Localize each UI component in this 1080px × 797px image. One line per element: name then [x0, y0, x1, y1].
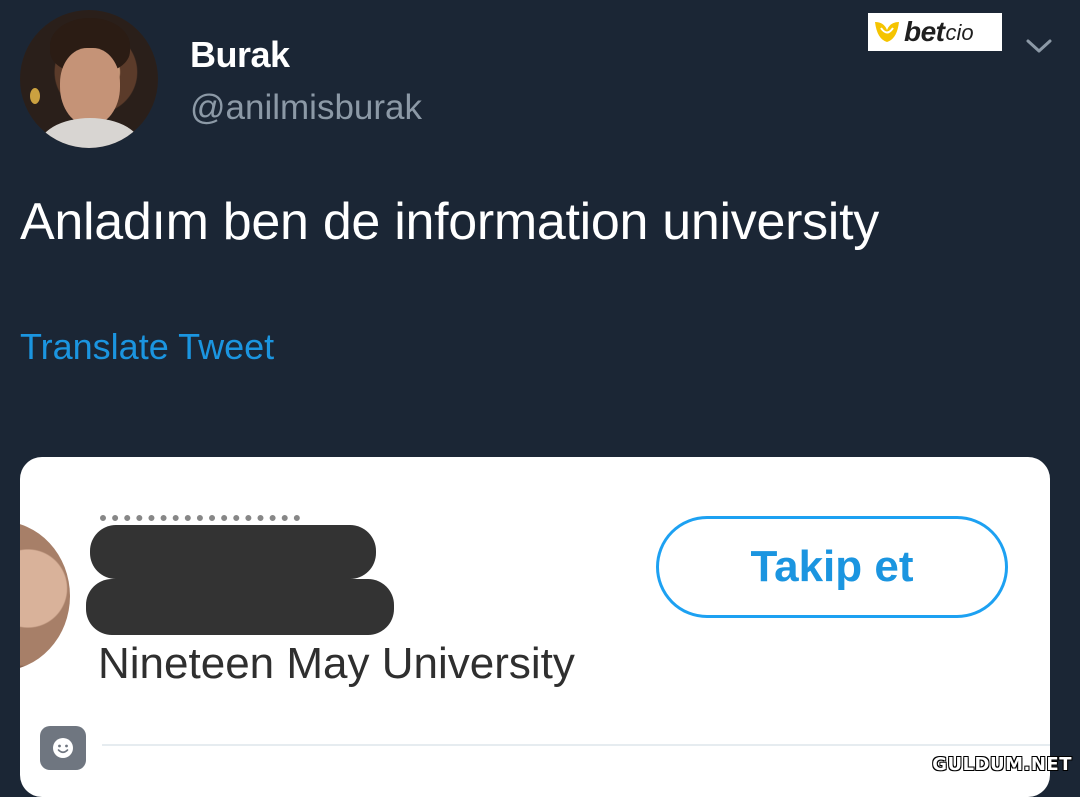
redacted-name-bar [90, 525, 376, 579]
card-divider [102, 744, 1050, 746]
follow-button[interactable]: Takip et [656, 516, 1008, 618]
betcio-logo-cio: cio [945, 20, 974, 45]
avatar-shirt [38, 118, 142, 148]
tweet-text: Anladım ben de information university [20, 193, 879, 251]
avatar-background-light [30, 88, 40, 104]
embedded-profile-bio: Nineteen May University [98, 639, 575, 688]
smiley-icon [53, 738, 73, 758]
chevron-down-icon[interactable] [1022, 34, 1056, 58]
embedded-profile-card[interactable]: Nineteen May University Takip et [20, 457, 1050, 797]
avatar-face [60, 48, 120, 126]
betcio-logo: bet cio [868, 13, 1002, 51]
translate-tweet-link[interactable]: Translate Tweet [20, 326, 274, 368]
betcio-logo-bet: bet [904, 16, 945, 47]
tweet-author-avatar[interactable] [20, 10, 158, 148]
tweet-author-name[interactable]: Burak [190, 34, 290, 76]
betcio-logo-mark-icon [875, 22, 899, 42]
site-watermark: GULDUM.NET [932, 754, 1072, 775]
emoji-button[interactable] [40, 726, 86, 770]
embedded-profile-avatar[interactable] [20, 521, 70, 671]
tweet-author-handle[interactable]: @anilmisburak [190, 88, 422, 128]
redacted-handle-bar [86, 579, 394, 635]
